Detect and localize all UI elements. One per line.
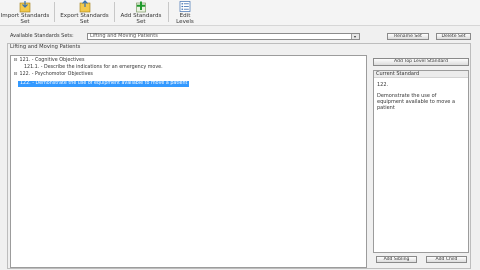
collapse-icon[interactable]: ⊟ — [13, 58, 18, 64]
delete-set-button[interactable]: Delete Set — [436, 33, 471, 40]
current-standard-panel: Current Standard 122. Demonstrate the us… — [373, 70, 469, 253]
rename-set-button[interactable]: Rename Set — [387, 33, 429, 40]
current-standard-heading: Current Standard — [374, 71, 468, 78]
toolbar-divider — [168, 2, 169, 22]
standards-tree[interactable]: ⊟ 121. - Cognitive Objectives 121.1. - D… — [10, 55, 367, 268]
add-sibling-button[interactable]: Add Sibling — [376, 256, 417, 263]
group-title: Lifting and Moving Patients — [10, 44, 81, 50]
standards-set-dropdown[interactable]: Lifting and Moving Patients — [87, 33, 360, 40]
toolbar: Import Standards Set Export Standards Se… — [0, 0, 480, 26]
collapse-icon[interactable]: ⊟ — [13, 72, 18, 78]
tree-item-selected[interactable]: 122. - Demonstrate the use of equipment … — [18, 81, 190, 87]
export-standards-set-label: Export Standards Set — [60, 13, 109, 25]
add-top-level-standard-button[interactable]: Add Top Level Standard — [373, 58, 469, 66]
add-standards-set-label: Add Standards Set — [120, 13, 162, 25]
toolbar-divider — [54, 2, 55, 22]
standards-set-dropdown-value: Lifting and Moving Patients — [90, 33, 158, 39]
add-icon — [136, 1, 146, 13]
tree-item-label: 121. - Cognitive Objectives — [19, 58, 85, 63]
tree-item-label: 121.1. - Describe the indications for an… — [24, 65, 163, 70]
import-standards-set-button[interactable]: Import Standards Set — [0, 0, 50, 25]
edit-levels-button[interactable]: Edit Levels — [171, 0, 199, 25]
toolbar-divider — [114, 2, 115, 22]
list-icon — [179, 1, 191, 12]
add-standards-set-button[interactable]: Add Standards Set — [117, 0, 165, 25]
tree-item-label: 122. - Psychomotor Objectives — [19, 72, 93, 77]
available-standards-sets-label: Available Standards Sets: — [10, 33, 74, 39]
chevron-down-icon[interactable] — [351, 34, 359, 39]
tree-item[interactable]: ⊟ 122. - Psychomotor Objectives — [13, 72, 93, 78]
edit-levels-label: Edit Levels — [176, 13, 194, 25]
tree-item[interactable]: 121.1. - Describe the indications for an… — [24, 65, 163, 71]
import-standards-set-label: Import Standards Set — [0, 13, 50, 25]
add-child-button[interactable]: Add Child — [426, 256, 467, 263]
export-standards-set-button[interactable]: Export Standards Set — [58, 0, 111, 25]
current-standard-number: 122. — [377, 82, 389, 88]
tree-item-label: 122. - Demonstrate the use of equipment … — [20, 81, 188, 86]
current-standard-description: Demonstrate the use of equipment availab… — [377, 93, 456, 112]
export-icon — [79, 0, 90, 13]
import-icon — [19, 1, 31, 13]
tree-item[interactable]: ⊟ 121. - Cognitive Objectives — [13, 58, 84, 64]
